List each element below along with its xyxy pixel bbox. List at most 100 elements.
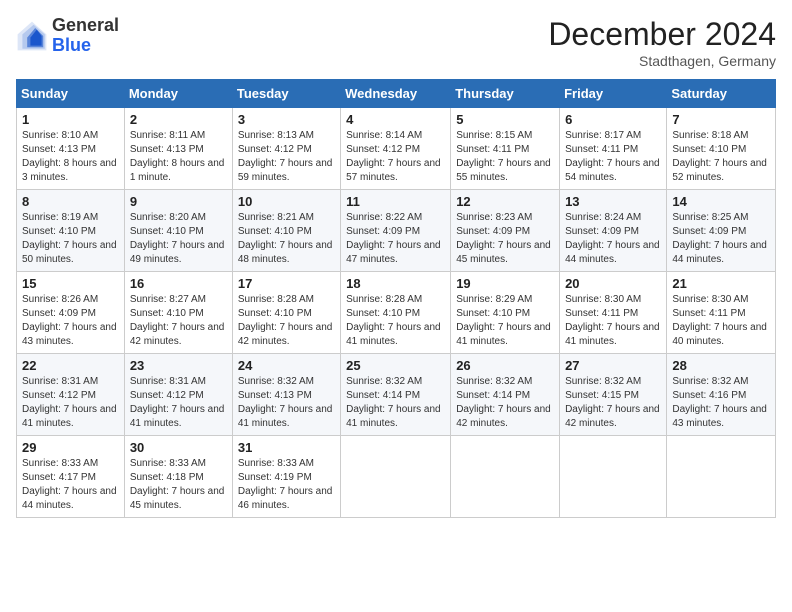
sunrise-text: Sunrise: 8:27 AM xyxy=(130,293,227,307)
sunset-text: Sunset: 4:10 PM xyxy=(238,225,335,239)
sunset-text: Sunset: 4:15 PM xyxy=(565,389,661,403)
day-number: 8 xyxy=(22,194,119,209)
calendar-header-row: SundayMondayTuesdayWednesdayThursdayFrid… xyxy=(17,80,776,108)
calendar-cell: 31Sunrise: 8:33 AMSunset: 4:19 PMDayligh… xyxy=(232,436,340,518)
daylight-text: Daylight: 7 hours and 46 minutes. xyxy=(238,485,335,513)
calendar-cell: 15 Sunrise: 8:26 AMSunset: 4:09 PMDayligh… xyxy=(17,272,125,354)
sunrise-text: Sunrise: 8:29 AM xyxy=(456,293,554,307)
sunset-text: Sunset: 4:10 PM xyxy=(672,143,770,157)
location-subtitle: Stadthagen, Germany xyxy=(548,53,776,69)
daylight-text: Daylight: 7 hours and 41 minutes. xyxy=(238,403,335,431)
daylight-text: Daylight: 8 hours and 1 minute. xyxy=(130,157,227,185)
sunset-text: Sunset: 4:10 PM xyxy=(456,307,554,321)
column-header-wednesday: Wednesday xyxy=(341,80,451,108)
daylight-text: Daylight: 7 hours and 41 minutes. xyxy=(565,321,661,349)
calendar-week-row: 8Sunrise: 8:19 AMSunset: 4:10 PMDaylight… xyxy=(17,190,776,272)
daylight-text: Daylight: 7 hours and 41 minutes. xyxy=(346,321,445,349)
daylight-text: Daylight: 7 hours and 41 minutes. xyxy=(346,403,445,431)
day-number: 24 xyxy=(238,358,335,373)
sunset-text: Sunset: 4:14 PM xyxy=(456,389,554,403)
day-info: Sunrise: 8:31 AMSunset: 4:12 PMDaylight:… xyxy=(22,375,119,431)
day-number: 25 xyxy=(346,358,445,373)
calendar-cell xyxy=(341,436,451,518)
day-info: Sunrise: 8:15 AMSunset: 4:11 PMDaylight:… xyxy=(456,129,554,185)
day-info: Sunrise: 8:23 AMSunset: 4:09 PMDaylight:… xyxy=(456,211,554,267)
day-info: Sunrise: 8:13 AMSunset: 4:12 PMDaylight:… xyxy=(238,129,335,185)
sunset-text: Sunset: 4:17 PM xyxy=(22,471,119,485)
month-title: December 2024 xyxy=(548,16,776,53)
column-header-thursday: Thursday xyxy=(451,80,560,108)
title-block: December 2024 Stadthagen, Germany xyxy=(548,16,776,69)
day-number: 22 xyxy=(22,358,119,373)
day-number: 13 xyxy=(565,194,661,209)
daylight-text: Daylight: 7 hours and 45 minutes. xyxy=(130,485,227,513)
day-info: Sunrise: 8:18 AMSunset: 4:10 PMDaylight:… xyxy=(672,129,770,185)
sunset-text: Sunset: 4:09 PM xyxy=(346,225,445,239)
calendar-cell: 24 Sunrise: 8:32 AMSunset: 4:13 PMDayligh… xyxy=(232,354,340,436)
day-info: Sunrise: 8:24 AMSunset: 4:09 PMDaylight:… xyxy=(565,211,661,267)
daylight-text: Daylight: 7 hours and 50 minutes. xyxy=(22,239,119,267)
day-number: 27 xyxy=(565,358,661,373)
daylight-text: Daylight: 7 hours and 42 minutes. xyxy=(130,321,227,349)
daylight-text: Daylight: 7 hours and 55 minutes. xyxy=(456,157,554,185)
calendar-cell: 17Sunrise: 8:28 AMSunset: 4:10 PMDayligh… xyxy=(232,272,340,354)
day-number: 17 xyxy=(238,276,335,291)
calendar-cell: 5Sunrise: 8:15 AMSunset: 4:11 PMDaylight… xyxy=(451,108,560,190)
day-info: Sunrise: 8:26 AMSunset: 4:09 PMDaylight:… xyxy=(22,293,119,349)
column-header-saturday: Saturday xyxy=(667,80,776,108)
calendar-cell: 3Sunrise: 8:13 AMSunset: 4:12 PMDaylight… xyxy=(232,108,340,190)
day-number: 21 xyxy=(672,276,770,291)
sunset-text: Sunset: 4:10 PM xyxy=(238,307,335,321)
day-info: Sunrise: 8:11 AMSunset: 4:13 PMDaylight:… xyxy=(130,129,227,185)
calendar-cell xyxy=(667,436,776,518)
day-info: Sunrise: 8:27 AMSunset: 4:10 PMDaylight:… xyxy=(130,293,227,349)
calendar-cell: 18Sunrise: 8:28 AMSunset: 4:10 PMDayligh… xyxy=(341,272,451,354)
day-number: 11 xyxy=(346,194,445,209)
calendar-cell: 20Sunrise: 8:30 AMSunset: 4:11 PMDayligh… xyxy=(560,272,667,354)
sunrise-text: Sunrise: 8:26 AM xyxy=(22,293,119,307)
day-info: Sunrise: 8:33 AMSunset: 4:17 PMDaylight:… xyxy=(22,457,119,513)
day-number: 15 xyxy=(22,276,119,291)
day-info: Sunrise: 8:30 AMSunset: 4:11 PMDaylight:… xyxy=(565,293,661,349)
sunset-text: Sunset: 4:09 PM xyxy=(565,225,661,239)
daylight-text: Daylight: 7 hours and 44 minutes. xyxy=(565,239,661,267)
calendar-cell: 30Sunrise: 8:33 AMSunset: 4:18 PMDayligh… xyxy=(124,436,232,518)
day-info: Sunrise: 8:32 AMSunset: 4:13 PMDaylight:… xyxy=(238,375,335,431)
day-info: Sunrise: 8:33 AMSunset: 4:19 PMDaylight:… xyxy=(238,457,335,513)
day-info: Sunrise: 8:32 AMSunset: 4:15 PMDaylight:… xyxy=(565,375,661,431)
day-number: 10 xyxy=(238,194,335,209)
daylight-text: Daylight: 7 hours and 45 minutes. xyxy=(456,239,554,267)
sunset-text: Sunset: 4:10 PM xyxy=(346,307,445,321)
day-info: Sunrise: 8:21 AMSunset: 4:10 PMDaylight:… xyxy=(238,211,335,267)
column-header-friday: Friday xyxy=(560,80,667,108)
sunrise-text: Sunrise: 8:32 AM xyxy=(238,375,335,389)
sunrise-text: Sunrise: 8:14 AM xyxy=(346,129,445,143)
calendar-cell: 21 Sunrise: 8:30 AMSunset: 4:11 PMDayligh… xyxy=(667,272,776,354)
sunrise-text: Sunrise: 8:33 AM xyxy=(22,457,119,471)
sunrise-text: Sunrise: 8:13 AM xyxy=(238,129,335,143)
day-info: Sunrise: 8:32 AMSunset: 4:14 PMDaylight:… xyxy=(456,375,554,431)
sunrise-text: Sunrise: 8:20 AM xyxy=(130,211,227,225)
sunrise-text: Sunrise: 8:25 AM xyxy=(672,211,770,225)
sunrise-text: Sunrise: 8:18 AM xyxy=(672,129,770,143)
sunrise-text: Sunrise: 8:32 AM xyxy=(456,375,554,389)
calendar-cell: 10 Sunrise: 8:21 AMSunset: 4:10 PMDayligh… xyxy=(232,190,340,272)
day-number: 2 xyxy=(130,112,227,127)
calendar-cell xyxy=(451,436,560,518)
calendar-cell: 13 Sunrise: 8:24 AMSunset: 4:09 PMDayligh… xyxy=(560,190,667,272)
sunrise-text: Sunrise: 8:23 AM xyxy=(456,211,554,225)
sunset-text: Sunset: 4:09 PM xyxy=(456,225,554,239)
day-info: Sunrise: 8:32 AMSunset: 4:14 PMDaylight:… xyxy=(346,375,445,431)
sunset-text: Sunset: 4:11 PM xyxy=(456,143,554,157)
sunset-text: Sunset: 4:18 PM xyxy=(130,471,227,485)
day-number: 18 xyxy=(346,276,445,291)
column-header-tuesday: Tuesday xyxy=(232,80,340,108)
sunset-text: Sunset: 4:13 PM xyxy=(22,143,119,157)
daylight-text: Daylight: 7 hours and 44 minutes. xyxy=(672,239,770,267)
sunset-text: Sunset: 4:09 PM xyxy=(22,307,119,321)
calendar-cell: 14Sunrise: 8:25 AMSunset: 4:09 PMDayligh… xyxy=(667,190,776,272)
day-info: Sunrise: 8:30 AMSunset: 4:11 PMDaylight:… xyxy=(672,293,770,349)
sunrise-text: Sunrise: 8:31 AM xyxy=(22,375,119,389)
daylight-text: Daylight: 7 hours and 48 minutes. xyxy=(238,239,335,267)
calendar-cell: 26Sunrise: 8:32 AMSunset: 4:14 PMDayligh… xyxy=(451,354,560,436)
